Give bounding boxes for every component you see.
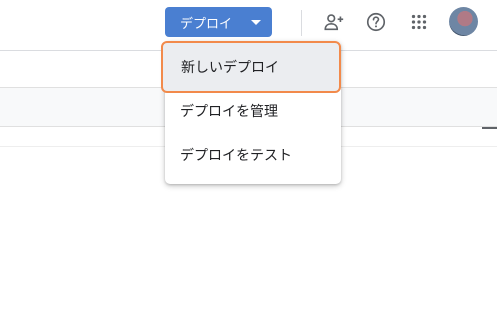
menu-item-new-deployment[interactable]: 新しいデプロイ xyxy=(161,41,341,93)
user-avatar[interactable] xyxy=(449,7,478,36)
share-button[interactable] xyxy=(320,8,348,36)
deploy-dropdown-button[interactable]: デプロイ xyxy=(165,7,272,37)
menu-item-label: 新しいデプロイ xyxy=(181,60,279,76)
menu-item-test-deployments[interactable]: デプロイをテスト xyxy=(165,133,341,177)
help-button[interactable] xyxy=(362,8,390,36)
menu-item-label: デプロイをテスト xyxy=(180,148,292,164)
menu-item-label: デプロイを管理 xyxy=(180,104,278,120)
deploy-menu: 新しいデプロイ デプロイを管理 デプロイをテスト xyxy=(161,41,341,184)
help-icon xyxy=(366,12,386,32)
toolbar-divider xyxy=(301,10,302,36)
apps-button[interactable] xyxy=(405,8,433,36)
deploy-button-label: デプロイ xyxy=(180,16,233,32)
menu-item-manage-deployments[interactable]: デプロイを管理 xyxy=(165,89,341,133)
caret-down-icon xyxy=(251,20,261,25)
person-add-icon xyxy=(324,14,344,31)
scroll-edge-marker xyxy=(482,127,497,129)
apps-grid-icon xyxy=(411,14,427,30)
